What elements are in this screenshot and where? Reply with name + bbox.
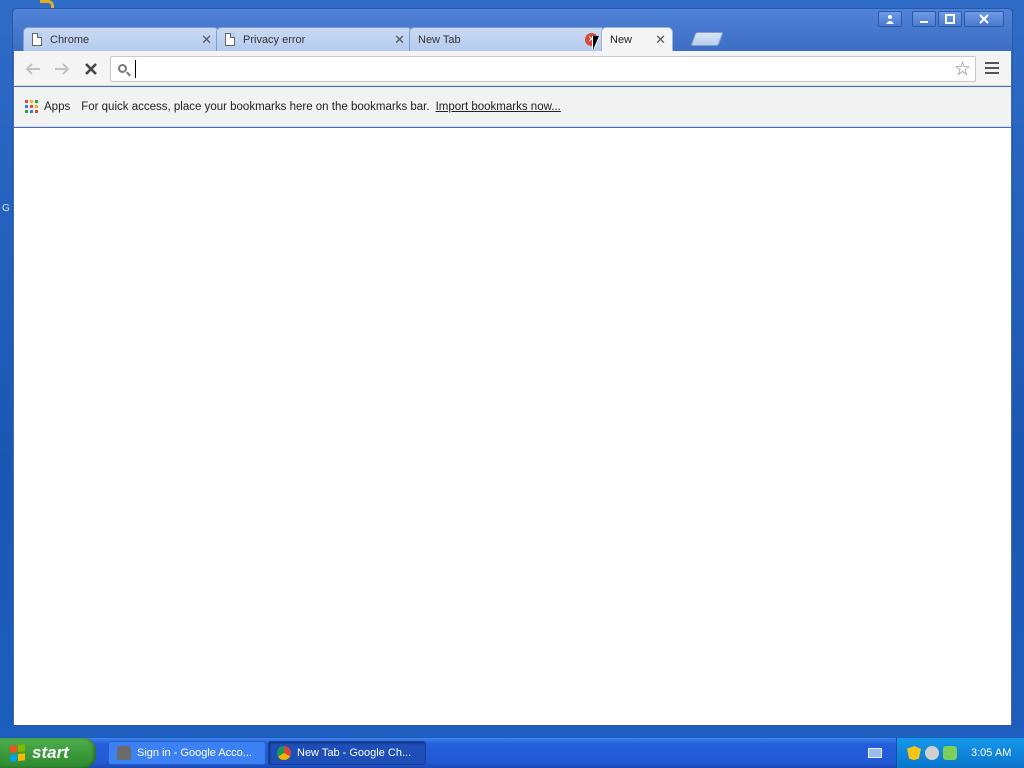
hamburger-menu-icon[interactable] [985,62,999,77]
page-icon [225,33,235,46]
toolbar: ☆ [14,51,1011,86]
security-shield-icon[interactable] [907,746,921,760]
taskbar: start Sign in - Google Acco... New Tab -… [0,738,1024,768]
tab-title: Chrome [50,33,90,46]
minimize-icon[interactable] [912,11,936,27]
search-icon [118,64,127,73]
omnibox-input[interactable] [135,60,945,78]
window-controls [878,11,1004,27]
clock: 3:05 AM [971,747,1012,759]
chrome-window: Chrome ✕ Privacy error ✕ New Tab ✕ New ✕ [12,8,1013,726]
tab-title: Privacy error [243,33,306,46]
star-icon[interactable]: ☆ [954,58,971,81]
bookmarks-hint: For quick access, place your bookmarks h… [81,100,430,113]
close-tab-icon[interactable]: ✕ [394,32,405,48]
stop-icon[interactable] [81,59,101,79]
tab-title: New [610,33,633,46]
import-bookmarks-link[interactable]: Import bookmarks now... [436,101,561,113]
tab-new-active[interactable]: New ✕ [601,27,673,51]
new-tab-button[interactable] [690,32,724,46]
tab-strip: Chrome ✕ Privacy error ✕ New Tab ✕ New ✕ [23,27,783,51]
desktop-partial-icon [40,0,54,8]
close-tab-icon[interactable]: ✕ [201,32,212,48]
tab-privacy-error[interactable]: Privacy error ✕ [216,27,412,51]
bookmarks-bar: Apps For quick access, place your bookma… [14,87,1011,127]
page-icon [32,33,42,46]
omnibox[interactable]: ☆ [110,56,976,82]
start-label: start [32,743,69,762]
tab-title: New Tab [418,33,461,46]
back-arrow-icon[interactable] [23,59,43,79]
page-content [14,128,1011,725]
update-icon[interactable] [943,746,957,760]
taskbar-item-label: New Tab - Google Ch... [297,747,412,759]
taskbar-item-sign-in[interactable]: Sign in - Google Acco... [108,741,266,765]
network-icon[interactable] [925,746,939,760]
forward-arrow-icon[interactable] [52,59,72,79]
chrome-icon [277,746,291,760]
taskbar-item-new-tab[interactable]: New Tab - Google Ch... [268,741,426,765]
keyboard-icon[interactable] [868,748,882,758]
apps-icon[interactable] [25,100,38,113]
tab-chrome[interactable]: Chrome ✕ [23,27,219,51]
maximize-icon[interactable] [938,11,962,27]
taskbar-item-label: Sign in - Google Acco... [137,747,252,759]
apps-shortcut[interactable]: Apps [44,101,70,113]
tab-new-tab[interactable]: New Tab ✕ [409,27,605,51]
windows-logo-icon [10,744,26,762]
system-tray: 3:05 AM [896,738,1024,768]
mouse-cursor-icon [593,36,599,50]
profile-icon[interactable] [878,11,902,27]
close-window-icon[interactable] [964,11,1004,27]
desktop-edge-letter: G [2,203,10,214]
app-icon [117,746,131,760]
close-tab-icon[interactable]: ✕ [655,32,666,48]
start-button[interactable]: start [0,738,96,768]
